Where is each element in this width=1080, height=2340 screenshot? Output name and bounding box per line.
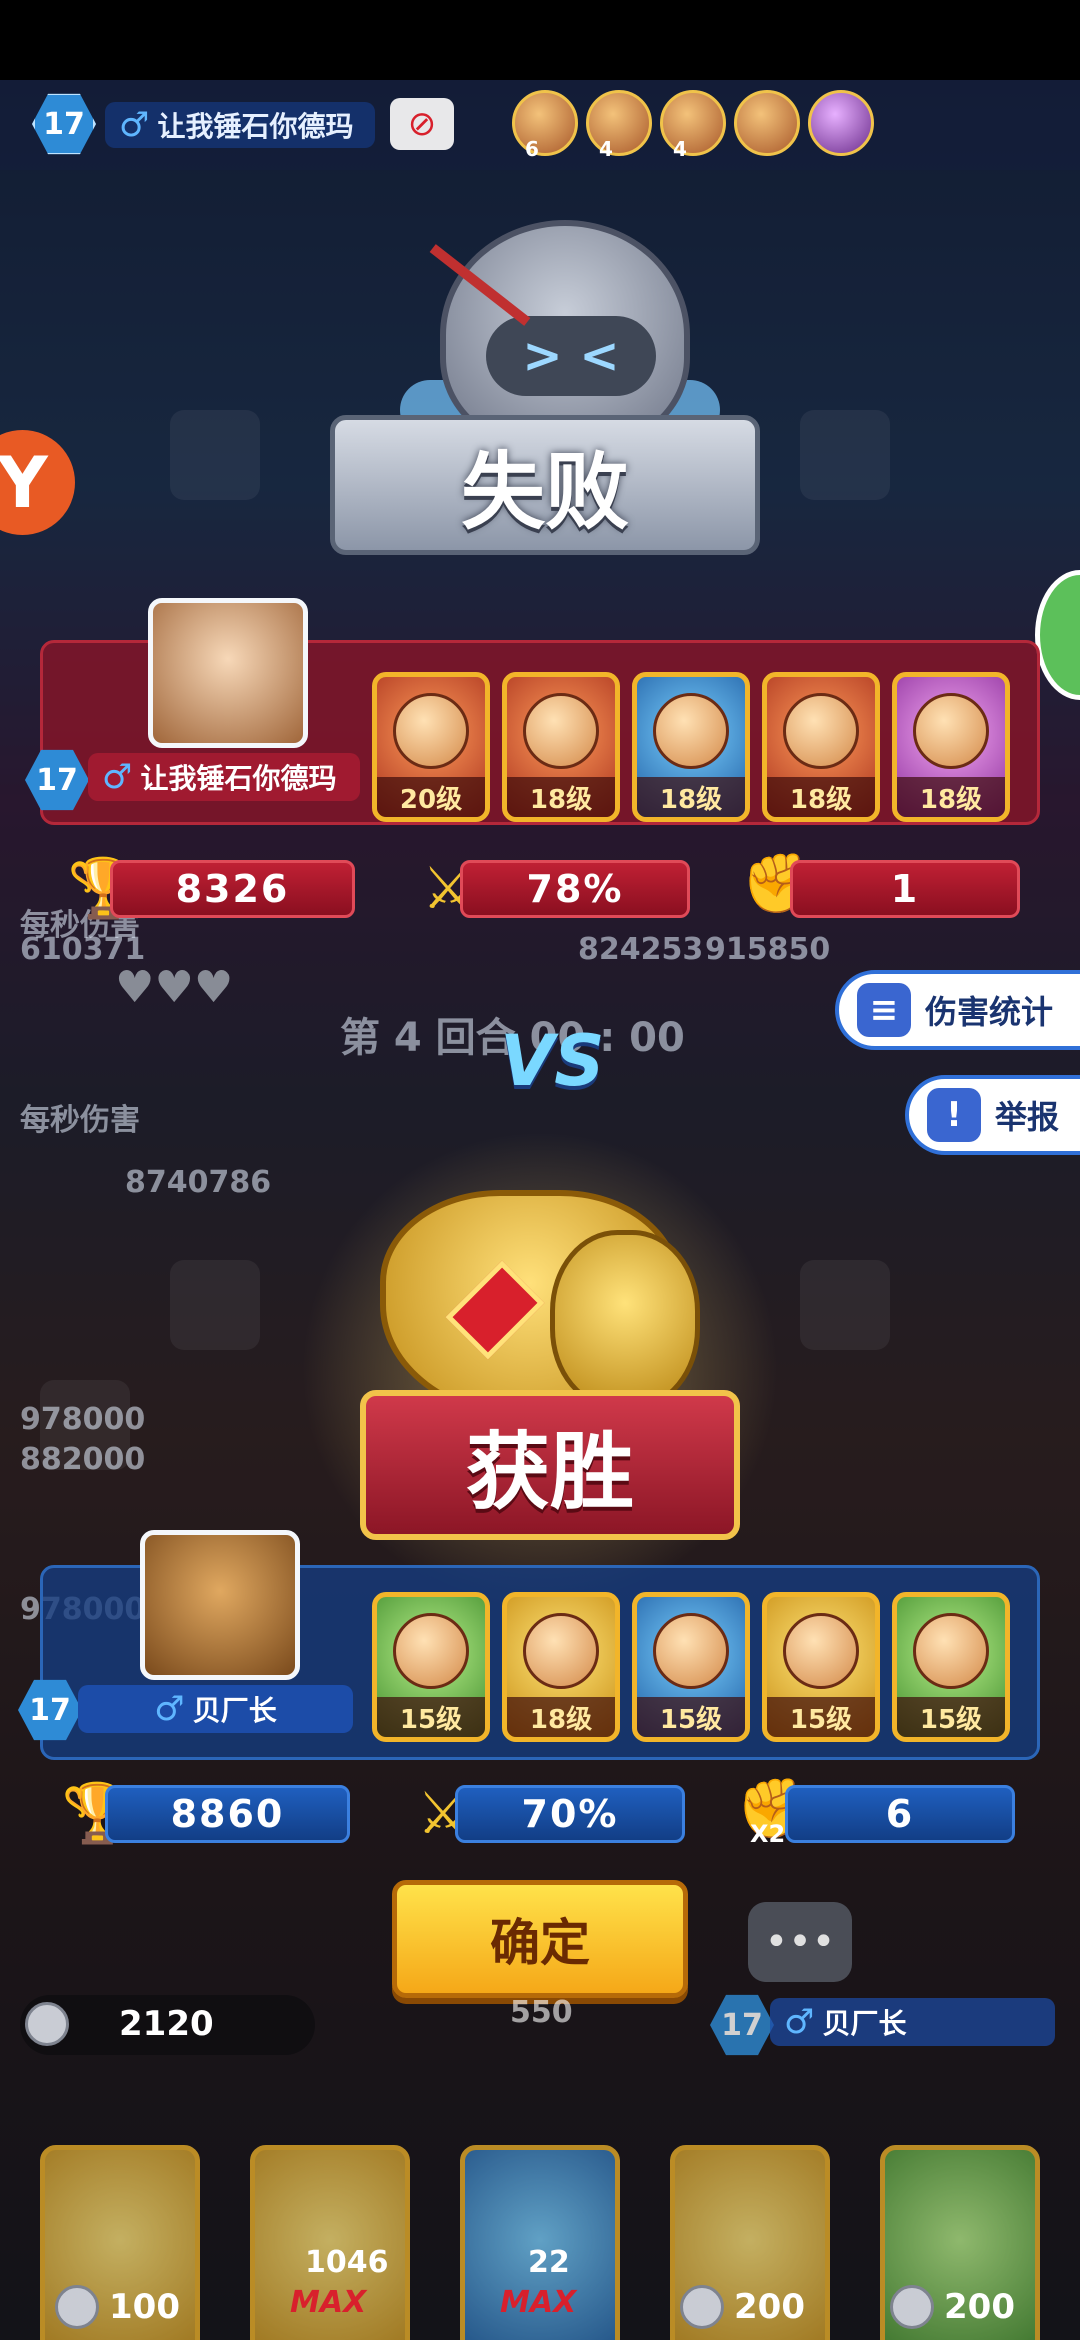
top-bar: 17 ♂ 让我锤石你德玛 ⊘ 6 4 4	[0, 80, 1080, 170]
shield-icon: !	[927, 1088, 981, 1142]
game-result-screen: Y 每秒伤害 610371 824253 915850 ♥♥♥ 第 4 回合 0…	[0, 80, 1080, 2340]
defeat-player-name: 让我锤石你德玛	[140, 762, 337, 795]
board-tile	[170, 1260, 260, 1350]
card-stat: 1046	[305, 2245, 389, 2280]
hero-level: 18级	[897, 777, 1005, 817]
victory-player-avatar[interactable]	[140, 1530, 300, 1680]
hero-portrait-icon: 4	[586, 90, 652, 161]
hero-level: 18级	[507, 777, 615, 817]
card-cost: 200	[890, 2285, 1015, 2329]
defeat-hero-card[interactable]: 18级	[892, 672, 1010, 822]
coin-icon	[680, 2285, 724, 2329]
card-cost: 100	[55, 2285, 180, 2329]
hero-portrait-icon	[734, 90, 800, 156]
hero-portrait-icon	[913, 1613, 989, 1689]
defeat-player-avatar[interactable]	[148, 598, 308, 748]
victory-fist-count: 6	[785, 1785, 1015, 1843]
board-tile	[170, 410, 260, 500]
coin-icon	[890, 2285, 934, 2329]
report-label: 举报	[995, 1098, 1060, 1136]
bottom-player-name: 贝厂长	[822, 2007, 907, 2040]
hero-portrait-icon	[653, 1613, 729, 1689]
bottom-player-name-pill: ♂ 贝厂长	[770, 1998, 1055, 2046]
max-label: MAX	[290, 2285, 367, 2320]
coin-icon	[25, 2002, 69, 2046]
vs-label: VS	[500, 1020, 605, 1102]
board-tile	[800, 410, 890, 500]
confirm-button[interactable]: 确定	[392, 1880, 688, 1998]
male-icon: ♂	[119, 105, 150, 145]
hero-level: 15级	[637, 1697, 745, 1737]
defeat-hero-card[interactable]: 18级	[502, 672, 620, 822]
defeat-hero-card[interactable]: 18级	[762, 672, 880, 822]
hero-level: 15级	[377, 1697, 485, 1737]
coin-row: 2120	[25, 2002, 214, 2046]
hero-portrait-icon	[393, 1613, 469, 1689]
defeat-trophies: 8326	[110, 860, 355, 918]
fist-multiplier: X2	[750, 1820, 786, 1848]
hero-portrait-icon	[808, 90, 874, 156]
hero-level: 18级	[767, 777, 875, 817]
victory-hero-card[interactable]: 15级	[632, 1592, 750, 1742]
coin-icon	[55, 2285, 99, 2329]
defeat-win-rate: 78%	[460, 860, 690, 918]
center-cost: 550	[510, 1995, 573, 2030]
hero-level: 20级	[377, 777, 485, 817]
victory-hero-card[interactable]: 15级	[892, 1592, 1010, 1742]
hero-portrait-icon	[783, 1613, 859, 1689]
victory-hero-card[interactable]: 15级	[372, 1592, 490, 1742]
hero-level: 18级	[507, 1697, 615, 1737]
coin-amount: 2120	[119, 2004, 214, 2044]
bg-number: 915850	[705, 932, 831, 967]
hero-portrait-icon	[913, 693, 989, 769]
card-stat: 22	[528, 2245, 570, 2280]
dps-label-bottom: 每秒伤害	[20, 1103, 140, 1138]
defeat-banner: 失败	[330, 415, 760, 555]
bg-number: 978000	[20, 1402, 146, 1437]
defeat-fist-count: 1	[790, 860, 1020, 918]
golden-knight-icon	[550, 1230, 700, 1410]
top-player-name: 让我锤石你德玛	[157, 110, 354, 143]
victory-hero-card[interactable]: 15级	[762, 1592, 880, 1742]
bg-number: 824253	[578, 932, 704, 967]
top-player-level: 17	[32, 93, 96, 155]
top-player-name-pill[interactable]: ♂ 让我锤石你德玛	[105, 102, 375, 148]
lives-hearts-icon: ♥♥♥	[115, 962, 234, 1013]
mute-button[interactable]: ⊘	[390, 98, 454, 150]
report-button[interactable]: ! 举报	[905, 1075, 1080, 1155]
bg-number: 882000	[20, 1442, 146, 1477]
damage-stats-button[interactable]: ≡ 伤害统计	[835, 970, 1080, 1050]
male-icon: ♂	[102, 757, 133, 797]
hero-portrait-icon	[783, 693, 859, 769]
card-cost: 200	[680, 2285, 805, 2329]
hero-level: 15级	[767, 1697, 875, 1737]
defeat-hero-card[interactable]: 20级	[372, 672, 490, 822]
max-label: MAX	[500, 2285, 577, 2320]
victory-win-rate: 70%	[455, 1785, 685, 1843]
defeat-hero-card[interactable]: 18级	[632, 672, 750, 822]
hero-level: 18级	[637, 777, 745, 817]
damage-stats-label: 伤害统计	[925, 993, 1054, 1031]
hero-portrait-icon	[523, 1613, 599, 1689]
victory-hero-card[interactable]: 18级	[502, 1592, 620, 1742]
male-icon: ♂	[154, 1689, 185, 1729]
list-icon: ≡	[857, 983, 911, 1037]
victory-player-name: 贝厂长	[192, 1694, 277, 1727]
victory-trophies: 8860	[105, 1785, 350, 1843]
hero-portrait-icon	[523, 693, 599, 769]
hero-portrait-icon: 4	[660, 90, 726, 161]
victory-player-name-pill: ♂ 贝厂长	[78, 1685, 353, 1733]
defeat-player-name-pill: ♂ 让我锤石你德玛	[88, 753, 360, 801]
male-icon: ♂	[784, 2002, 815, 2042]
hero-portrait-icon: 6	[512, 90, 578, 161]
bg-number: 8740786	[125, 1165, 272, 1200]
victory-banner: 获胜	[360, 1390, 740, 1540]
hero-portrait-icon	[393, 693, 469, 769]
board-tile	[800, 1260, 890, 1350]
status-bar	[0, 0, 1080, 80]
hero-portrait-icon	[653, 693, 729, 769]
crying-face-icon: > <	[486, 316, 656, 396]
chat-bubble-icon[interactable]: •••	[748, 1902, 852, 1982]
hero-level: 15级	[897, 1697, 1005, 1737]
